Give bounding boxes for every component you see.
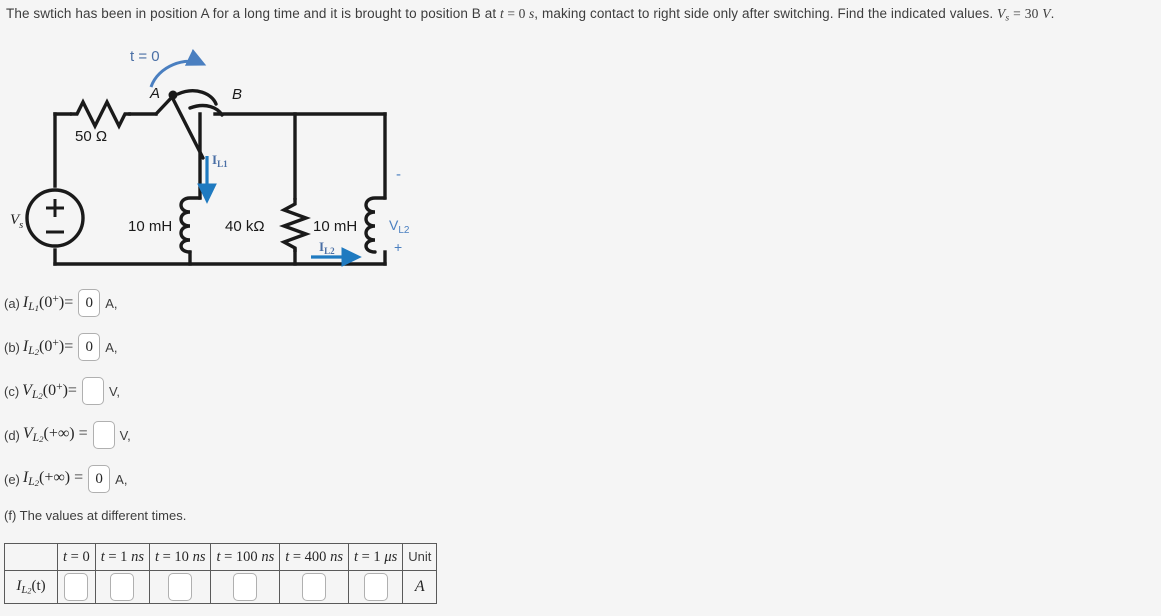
- table-cell-t10ns: [148, 570, 212, 604]
- table-header-t400ns: t = 400 ns: [279, 543, 349, 571]
- prompt-part-1: The swtich has been in position A for a …: [6, 6, 497, 21]
- answer-input-b[interactable]: 0: [78, 333, 101, 361]
- answer-unit-a: A,: [105, 295, 118, 311]
- answer-unit-e: A,: [115, 471, 128, 487]
- switch-terminal-b-label: B: [232, 86, 242, 103]
- table-cell-t400ns: [279, 570, 349, 604]
- table-input-t0[interactable]: [64, 573, 89, 601]
- answer-expr-e: IL2(+∞) =: [22, 469, 84, 489]
- answer-row-c: (c) VL2(0+)= V,: [4, 377, 120, 405]
- table-header-unit: Unit: [402, 543, 438, 571]
- table-header-t10ns: t = 10 ns: [148, 543, 212, 571]
- answer-row-b: (b) IL2(0+)= 0 A,: [4, 333, 118, 361]
- resistor-40k-label: 40 kΩ: [225, 218, 265, 235]
- switch-terminal-a-label: A: [149, 85, 160, 102]
- table-data-row: IL2(t) A: [4, 570, 438, 604]
- inductor-l2-symbol: [364, 196, 387, 254]
- table-row-label: IL2(t): [4, 570, 58, 604]
- answer-input-c[interactable]: [81, 377, 104, 405]
- switch-arc-upper: [176, 89, 218, 106]
- table-input-t1ns[interactable]: [110, 573, 135, 601]
- current-l1-label: IL1: [212, 152, 228, 169]
- table-input-t1us[interactable]: [363, 573, 388, 601]
- answer-input-d[interactable]: [92, 421, 115, 449]
- circuit-diagram: 50 Ω Vs A B t = 0 10 mH IL1 40 kΩ 10 mH …: [0, 38, 470, 283]
- answer-unit-c: V,: [108, 383, 121, 399]
- answer-row-d: (d) VL2(+∞) = V,: [4, 421, 131, 449]
- table-cell-t100ns: [210, 570, 281, 604]
- answer-expr-b: IL2(0+)=: [22, 336, 74, 358]
- resistor-50ohm-symbol: [70, 98, 131, 130]
- answer-unit-b: A,: [105, 339, 118, 355]
- voltage-l2-plus-sign: +: [394, 239, 402, 255]
- voltage-source-symbol: [25, 188, 85, 248]
- answer-input-e[interactable]: 0: [88, 465, 111, 493]
- circuit-svg: 50 Ω Vs A B t = 0 10 mH IL1 40 kΩ 10 mH …: [10, 48, 410, 267]
- table-header-t100ns: t = 100 ns: [210, 543, 281, 571]
- answer-expr-a: IL1(0+)=: [22, 292, 74, 314]
- answer-row-e: (e) IL2(+∞) = 0 A,: [4, 465, 127, 493]
- table-header-t1us: t = 1 μs: [347, 543, 404, 571]
- table-cell-t0: [57, 570, 96, 604]
- prompt-source-value: Vs = 30 V.: [997, 6, 1055, 24]
- table-input-t400ns[interactable]: [302, 573, 327, 601]
- table-input-t10ns[interactable]: [168, 573, 193, 601]
- answer-tag-b: (b): [4, 339, 20, 355]
- answer-tag-c: (c): [4, 383, 20, 399]
- part-f-heading: (f) The values at different times.: [4, 508, 187, 523]
- voltage-l2-label: VL2: [389, 217, 410, 236]
- inductor-l1-symbol: [179, 196, 202, 254]
- switch-time-label: t = 0: [130, 48, 160, 65]
- table-input-t100ns[interactable]: [233, 573, 258, 601]
- answer-tag-a: (a): [4, 295, 20, 311]
- table-header-t0: t = 0: [57, 543, 96, 571]
- inductor-l1-label: 10 mH: [128, 218, 172, 235]
- answer-input-a[interactable]: 0: [78, 289, 101, 317]
- current-l2-label: IL2: [319, 239, 335, 256]
- table-header-t1ns: t = 1 ns: [94, 543, 150, 571]
- table-corner-cell: [4, 543, 58, 571]
- inductor-l2-label: 10 mH: [313, 218, 357, 235]
- resistor-40k-symbol: [279, 198, 311, 252]
- table-header-row: t = 0 t = 1 ns t = 10 ns t = 100 ns t = …: [4, 543, 438, 571]
- table-cell-t1us: [347, 570, 404, 604]
- answer-unit-d: V,: [119, 427, 131, 443]
- source-label: Vs: [10, 212, 23, 231]
- answer-tag-e: (e): [4, 471, 20, 487]
- prompt-part-2: , making contact to right side only afte…: [534, 6, 994, 21]
- switch-motion-arrow: [149, 48, 207, 88]
- prompt-switch-time: t = 0 s: [500, 6, 535, 21]
- table-cell-t1ns: [94, 570, 150, 604]
- table-cell-unit: A: [402, 570, 438, 604]
- answer-tag-d: (d): [4, 427, 20, 443]
- answer-row-a: (a) IL1(0+)= 0 A,: [4, 289, 118, 317]
- answer-expr-c: VL2(0+)=: [22, 380, 77, 402]
- voltage-l2-minus-sign: -: [396, 166, 401, 183]
- times-values-table: t = 0 t = 1 ns t = 10 ns t = 100 ns t = …: [4, 543, 438, 604]
- resistor-50ohm-label: 50 Ω: [75, 128, 107, 145]
- problem-statement: The swtich has been in position A for a …: [6, 6, 1156, 24]
- problem-page: The swtich has been in position A for a …: [0, 0, 1161, 616]
- answer-expr-d: VL2(+∞) =: [22, 425, 88, 445]
